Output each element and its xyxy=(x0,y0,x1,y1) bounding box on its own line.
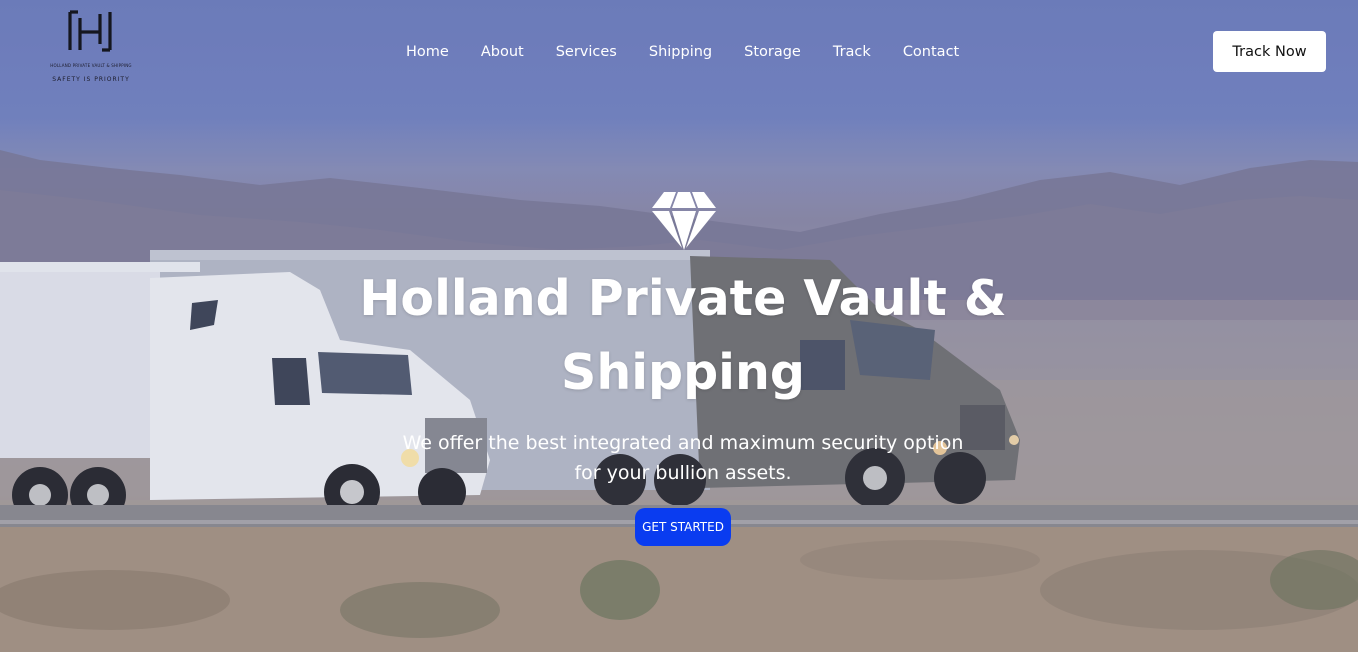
hero-title-line-1: Holland Private Vault & xyxy=(359,270,1007,327)
brand-tagline: HOLLAND PRIVATE VAULT & SHIPPING xyxy=(50,63,132,68)
nav-link-home[interactable]: Home xyxy=(390,42,465,62)
hero-section: HOLLAND PRIVATE VAULT & SHIPPING SAFETY … xyxy=(0,0,1358,652)
track-now-button[interactable]: Track Now xyxy=(1213,31,1326,72)
diamond-icon xyxy=(652,192,716,250)
h-monogram-icon xyxy=(68,10,112,52)
hero-title-line-2: Shipping xyxy=(561,344,805,401)
hero-subtitle-line-1: We offer the best integrated and maximum… xyxy=(402,432,964,454)
nav-link-track[interactable]: Track xyxy=(817,42,887,62)
main-nav: Home About Services Shipping Storage Tra… xyxy=(390,42,975,62)
hero-title: Holland Private Vault & Shipping xyxy=(300,262,1066,410)
nav-link-contact[interactable]: Contact xyxy=(887,42,975,62)
hero-subtitle: We offer the best integrated and maximum… xyxy=(380,428,986,488)
nav-link-storage[interactable]: Storage xyxy=(728,42,817,62)
nav-link-shipping[interactable]: Shipping xyxy=(633,42,728,62)
brand-logo[interactable]: HOLLAND PRIVATE VAULT & SHIPPING SAFETY … xyxy=(44,10,138,88)
hero-subtitle-line-2: for your bullion assets. xyxy=(574,462,792,484)
nav-link-about[interactable]: About xyxy=(465,42,540,62)
brand-motto: SAFETY IS PRIORITY xyxy=(52,76,130,83)
nav-link-services[interactable]: Services xyxy=(540,42,633,62)
get-started-button[interactable]: GET STARTED xyxy=(635,508,731,546)
